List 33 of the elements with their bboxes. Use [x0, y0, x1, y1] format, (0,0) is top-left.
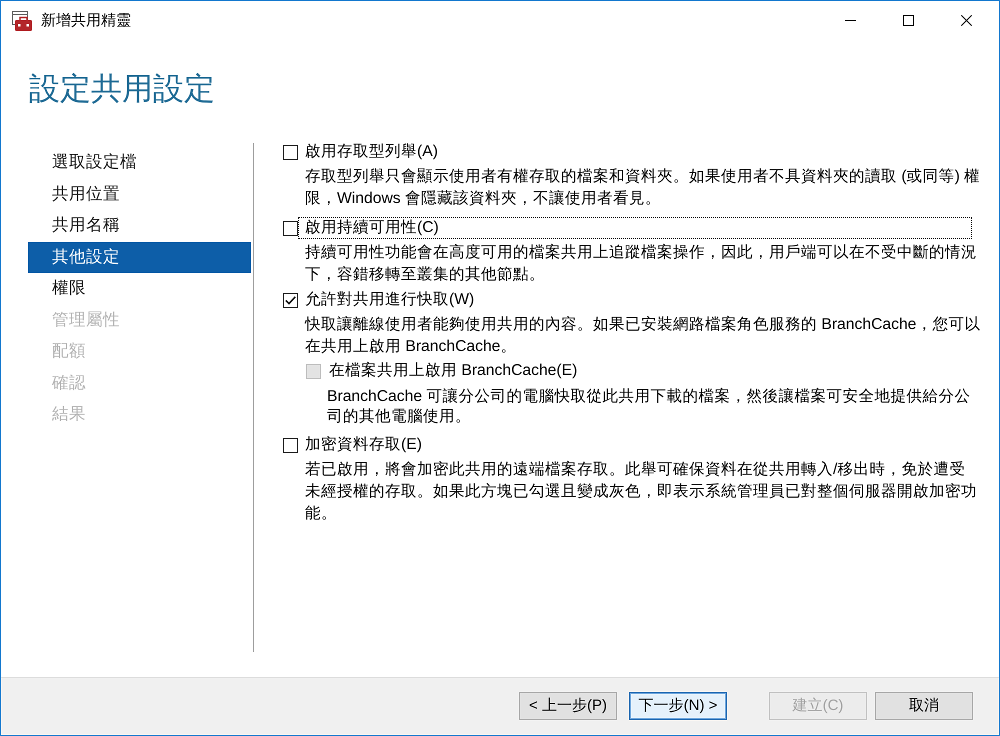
- wizard-step[interactable]: 選取設定檔: [28, 147, 251, 178]
- checkbox-label[interactable]: 啟用存取型列舉(A): [298, 141, 443, 163]
- page-title: 設定共用設定: [29, 70, 215, 108]
- option-description: 快取讓離線使用者能夠使用共用的內容。如果已安裝網路檔案角色服務的 BranchCache，您可以在共用上啟用 BranchCache。: [305, 314, 981, 357]
- wizard-button[interactable]: 取消: [875, 692, 973, 720]
- option-description: 持續可用性功能會在高度可用的檔案共用上追蹤檔案操作，因此，用戶端可以在不受中斷的情況下，容錯移轉至叢集的其他節點。: [305, 242, 978, 285]
- window-title: 新增共用精靈: [41, 10, 131, 30]
- option-description: 若已啟用，將會加密此共用的遠端檔案存取。此舉可確保資料在從共用轉入/移出時，免於遭受未經授權的存取。如果此方塊已勾選且變成灰色，即表示系統管理員已對整個伺服器開啟加密功能。: [305, 460, 978, 524]
- wizard-step[interactable]: 權限: [28, 273, 251, 304]
- wizard-step: 配額: [28, 336, 251, 368]
- close-icon: [960, 15, 972, 26]
- wizard-button[interactable]: < 上一步(P): [519, 692, 617, 720]
- checkbox[interactable]: [283, 144, 298, 160]
- wizard-step: 管理屬性: [28, 304, 251, 336]
- checkbox-label[interactable]: 啟用持續可用性(C): [298, 217, 972, 239]
- minimize-icon: [844, 20, 856, 21]
- option-description: 存取型列舉只會顯示使用者有權存取的檔案和資料夾。如果使用者不具資料夾的讀取 (或同等) 權限，Windows 會隱藏該資料夾，不讓使用者看見。: [305, 166, 981, 209]
- checkbox-label: 在檔案共用上啟用 BranchCache(E): [328, 360, 578, 381]
- wizard-step[interactable]: 共用位置: [28, 178, 251, 210]
- checkbox[interactable]: [283, 220, 298, 236]
- checkbox-label[interactable]: 加密資料存取(E): [298, 434, 427, 456]
- wizard-button[interactable]: 下一步(N) >: [629, 692, 727, 720]
- wizard-step: 確認: [28, 368, 251, 399]
- checkbox-label[interactable]: 允許對共用進行快取(W): [298, 289, 480, 311]
- wizard-step[interactable]: 共用名稱: [28, 210, 251, 242]
- option-description: BranchCache 可讓分公司的電腦快取從此共用下載的檔案，然後讓檔案可安全地提供給分公司的其他電腦使用。: [327, 387, 972, 427]
- checkbox[interactable]: [283, 292, 298, 308]
- wizard-step[interactable]: 其他設定: [28, 242, 251, 273]
- wizard-step: 結果: [28, 399, 251, 430]
- checkbox[interactable]: [283, 438, 298, 452]
- window-case-icon: [12, 10, 32, 30]
- maximize-icon: [902, 15, 914, 26]
- checkmark-icon: [285, 296, 296, 304]
